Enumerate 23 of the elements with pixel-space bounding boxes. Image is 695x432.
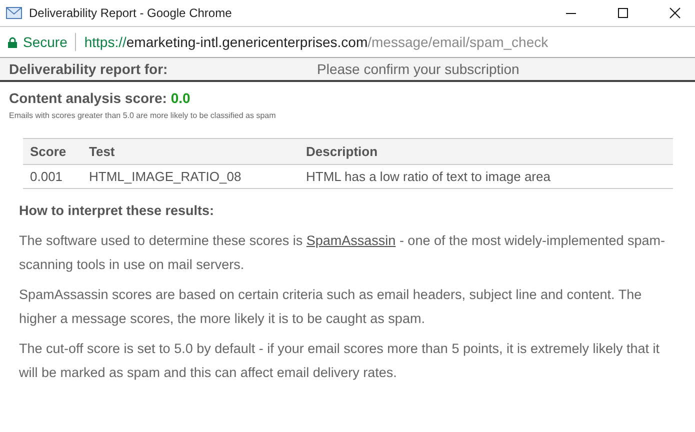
column-header: Score (23, 138, 82, 164)
envelope-icon (6, 7, 22, 19)
score-value: 0.0 (170, 90, 190, 106)
column-header: Test (82, 138, 299, 164)
report-subject: Please confirm your subscription (317, 61, 520, 77)
paragraph: SpamAssassin scores are based on certain criteria such as email headers, subject line and content. The higher a message scores, the more likely it is to be caught as spam. (19, 286, 643, 328)
table-cell: HTML_IMAGE_RATIO_08 (82, 164, 299, 188)
spamassassin-link[interactable]: SpamAssassin (306, 233, 396, 248)
score-note: Emails with scores greater than 5.0 are more likely to be classified as spam (9, 111, 277, 120)
interpret-heading: How to interpret these results: (19, 202, 216, 220)
paragraph: The software used to determine these scores is SpamAssassin - one of the most widely-implemented spam-scanning tools in use on mail servers. (19, 232, 666, 274)
close-icon[interactable] (669, 7, 681, 19)
lock-icon (8, 36, 17, 48)
url-text[interactable]: https://emarketing-intl.genericenterprises.com/message/email/spam_check (84, 34, 548, 50)
table-cell: 0.001 (23, 164, 82, 188)
table-cell: HTML has a low ratio of text to image area (299, 164, 673, 188)
secure-label: Secure (23, 34, 68, 50)
window-title: Deliverability Report - Google Chrome (29, 6, 232, 20)
paragraph: The cut-off score is set to 5.0 by default - if your email scores more than 5 points, it is extremely likely that it will be marked as spam and this can affect email delivery rates. (19, 340, 661, 382)
maximize-icon[interactable] (617, 7, 629, 19)
score-label: Content analysis score: (9, 90, 167, 106)
column-header: Description (299, 138, 673, 164)
report-label: Deliverability report for: (9, 61, 169, 77)
